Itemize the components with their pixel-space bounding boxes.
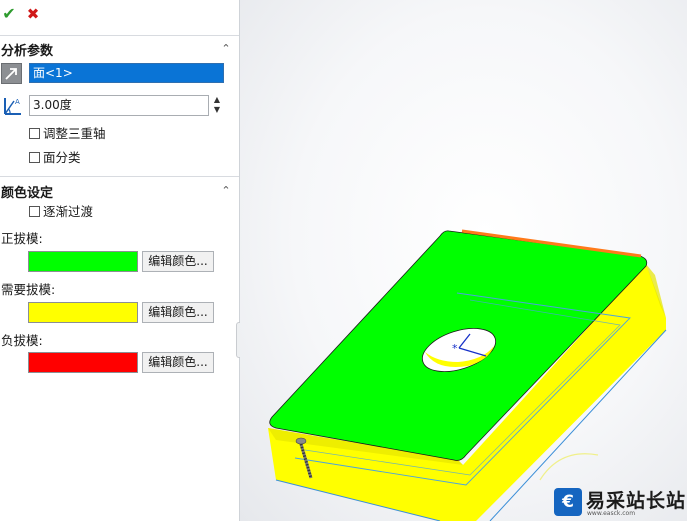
- needs-draft-swatch: [28, 302, 138, 323]
- model-view[interactable]: *: [240, 0, 687, 521]
- face-classify-label: 面分类: [43, 150, 81, 165]
- draft-angle-icon: A: [1, 95, 23, 117]
- gradient-row[interactable]: 逐渐过渡: [29, 204, 93, 220]
- face-classify-checkbox[interactable]: [29, 152, 40, 163]
- watermark-text: 易采站长站: [586, 490, 687, 512]
- graphics-viewport[interactable]: *: [240, 0, 687, 521]
- adjust-triad-checkbox[interactable]: [29, 128, 40, 139]
- draft-angle-input[interactable]: 3.00度: [29, 95, 209, 116]
- negative-draft-label: 负拔模:: [1, 333, 43, 348]
- angle-spinner[interactable]: ▲ ▼: [211, 95, 223, 117]
- panel-toolbar: ✔ ✖: [0, 0, 239, 30]
- face-selection-field[interactable]: 面<1>: [29, 63, 224, 83]
- ok-button[interactable]: ✔: [0, 4, 18, 24]
- watermark-url: www.easck.com: [587, 510, 636, 517]
- gradient-checkbox[interactable]: [29, 206, 40, 217]
- edit-negative-color-button[interactable]: 编辑颜色...: [142, 352, 214, 373]
- color-collapse-icon[interactable]: ⌃: [219, 184, 233, 198]
- watermark-logo-icon: €: [554, 488, 582, 516]
- spin-down-icon[interactable]: ▼: [211, 105, 223, 115]
- app-window: ✔ ✖ 分析参数 ⌃ 面<1> A 3.00度 ▲ ▼ 调整三重轴 面分类 颜色…: [0, 0, 687, 521]
- svg-text:*: *: [452, 342, 458, 355]
- svg-text:A: A: [15, 98, 20, 106]
- edit-positive-color-button[interactable]: 编辑颜色...: [142, 251, 214, 272]
- adjust-triad-row[interactable]: 调整三重轴: [29, 126, 106, 142]
- analysis-section-title[interactable]: 分析参数: [1, 40, 53, 59]
- gradient-label: 逐渐过渡: [43, 204, 94, 219]
- divider: [0, 176, 239, 177]
- face-classify-row[interactable]: 面分类: [29, 150, 81, 166]
- negative-draft-swatch: [28, 352, 138, 373]
- close-icon: ✖: [26, 5, 40, 23]
- direction-arrow-icon-graphic: [5, 68, 17, 80]
- positive-draft-label: 正拔模:: [1, 231, 43, 246]
- positive-draft-swatch: [28, 251, 138, 272]
- property-manager-panel: ✔ ✖ 分析参数 ⌃ 面<1> A 3.00度 ▲ ▼ 调整三重轴 面分类 颜色…: [0, 0, 240, 521]
- spin-up-icon[interactable]: ▲: [211, 95, 223, 105]
- color-section-title[interactable]: 颜色设定: [1, 182, 53, 201]
- edit-needs-color-button[interactable]: 编辑颜色...: [142, 302, 214, 323]
- cancel-button[interactable]: ✖: [24, 4, 42, 24]
- direction-arrow-icon[interactable]: [1, 63, 22, 84]
- checkmark-icon: ✔: [2, 4, 16, 23]
- adjust-triad-label: 调整三重轴: [43, 126, 106, 141]
- analysis-collapse-icon[interactable]: ⌃: [219, 42, 233, 56]
- needs-draft-label: 需要拔模:: [1, 282, 56, 297]
- site-watermark: € 易采站长站 www.easck.com: [552, 486, 687, 521]
- draft-angle-icon-graphic: A: [4, 98, 21, 115]
- divider: [0, 35, 239, 36]
